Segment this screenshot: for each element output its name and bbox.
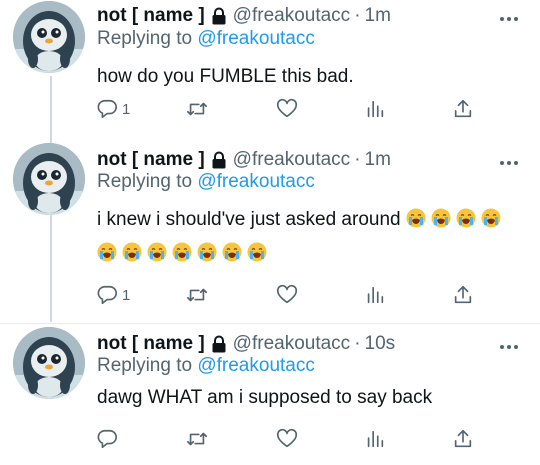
tweet-header: not [ name ] @freakoutacc · 1m — [97, 3, 391, 29]
loudly-crying-face-icon — [147, 242, 167, 262]
analytics-icon — [364, 98, 386, 120]
loudly-crying-face-icon — [406, 208, 426, 228]
loudly-crying-face-icon — [122, 242, 142, 262]
timestamp[interactable]: 10s — [365, 333, 396, 355]
analytics-button[interactable] — [364, 426, 386, 452]
loudly-crying-face-icon — [431, 208, 451, 228]
lock-icon — [211, 7, 227, 25]
loudly-crying-face-icon — [172, 242, 192, 262]
retweet-button[interactable] — [186, 282, 208, 308]
reply-button[interactable]: 1 — [96, 282, 130, 308]
tweet-header: not [ name ] @freakoutacc · 10s — [97, 331, 395, 357]
reply-icon — [96, 98, 118, 120]
tweet-text: i knew i should've just asked around — [97, 203, 517, 271]
analytics-icon — [364, 428, 386, 450]
separator-dot: · — [354, 333, 361, 354]
analytics-button[interactable] — [364, 96, 386, 122]
retweet-icon — [186, 284, 208, 306]
tweet-text-content: i knew i should've just asked around — [97, 209, 401, 230]
tweet-text: how do you FUMBLE this bad. — [97, 66, 354, 87]
avatar[interactable] — [13, 327, 85, 399]
replying-prefix: Replying to — [97, 28, 193, 49]
tweet-actions — [96, 426, 486, 452]
tweet[interactable]: not [ name ] @freakoutacc · 1m Replying … — [0, 140, 540, 320]
replying-to-handle[interactable]: @freakoutacc — [197, 28, 315, 49]
retweet-icon — [186, 428, 208, 450]
replying-to-handle[interactable]: @freakoutacc — [197, 171, 315, 192]
display-name[interactable]: not [ name ] — [97, 333, 205, 355]
share-button[interactable] — [452, 282, 474, 308]
lock-icon — [211, 151, 227, 169]
replying-prefix: Replying to — [97, 355, 193, 376]
replying-prefix: Replying to — [97, 171, 193, 192]
more-icon[interactable] — [498, 338, 520, 349]
analytics-icon — [364, 284, 386, 306]
replying-to-line: Replying to @freakoutacc — [97, 355, 315, 377]
tweet-actions: 1 — [96, 96, 486, 122]
avatar[interactable] — [13, 1, 85, 73]
more-icon[interactable] — [498, 10, 520, 21]
share-button[interactable] — [452, 426, 474, 452]
replying-to-line: Replying to @freakoutacc — [97, 171, 315, 193]
like-button[interactable] — [276, 426, 298, 452]
retweet-icon — [186, 98, 208, 120]
separator-dot: · — [354, 5, 361, 26]
replying-to-handle[interactable]: @freakoutacc — [197, 355, 315, 376]
timestamp[interactable]: 1m — [365, 5, 391, 27]
reply-count: 1 — [122, 286, 131, 304]
user-handle[interactable]: @freakoutacc — [233, 333, 351, 355]
lock-icon — [211, 335, 227, 353]
tweet[interactable]: not [ name ] @freakoutacc · 1m Replying … — [0, 0, 540, 140]
heart-icon — [276, 428, 298, 450]
reply-icon — [96, 428, 118, 450]
retweet-button[interactable] — [186, 426, 208, 452]
reply-button[interactable]: 1 — [96, 96, 130, 122]
reply-count: 1 — [122, 100, 131, 118]
share-button[interactable] — [452, 96, 474, 122]
retweet-button[interactable] — [186, 96, 208, 122]
display-name[interactable]: not [ name ] — [97, 149, 205, 171]
loudly-crying-face-icon — [197, 242, 217, 262]
more-icon[interactable] — [498, 154, 520, 165]
loudly-crying-face-icon — [222, 242, 242, 262]
user-handle[interactable]: @freakoutacc — [233, 149, 351, 171]
tweet[interactable]: not [ name ] @freakoutacc · 10s Replying… — [0, 320, 540, 465]
loudly-crying-face-icon — [97, 242, 117, 262]
share-icon — [452, 98, 474, 120]
loudly-crying-face-icon — [481, 208, 501, 228]
reply-button[interactable] — [96, 426, 122, 452]
heart-icon — [276, 98, 298, 120]
analytics-button[interactable] — [364, 282, 386, 308]
like-button[interactable] — [276, 282, 298, 308]
display-name[interactable]: not [ name ] — [97, 5, 205, 27]
tweet-header: not [ name ] @freakoutacc · 1m — [97, 147, 391, 173]
loudly-crying-face-icon — [247, 242, 267, 262]
replying-to-line: Replying to @freakoutacc — [97, 28, 315, 50]
share-icon — [452, 428, 474, 450]
heart-icon — [276, 284, 298, 306]
tweet-text: dawg WHAT am i supposed to say back — [97, 387, 433, 408]
timestamp[interactable]: 1m — [365, 149, 391, 171]
reply-icon — [96, 284, 118, 306]
separator-dot: · — [354, 149, 361, 170]
loudly-crying-face-icon — [456, 208, 476, 228]
share-icon — [452, 284, 474, 306]
avatar[interactable] — [13, 143, 85, 215]
like-button[interactable] — [276, 96, 298, 122]
tweet-actions: 1 — [96, 282, 486, 308]
user-handle[interactable]: @freakoutacc — [233, 5, 351, 27]
